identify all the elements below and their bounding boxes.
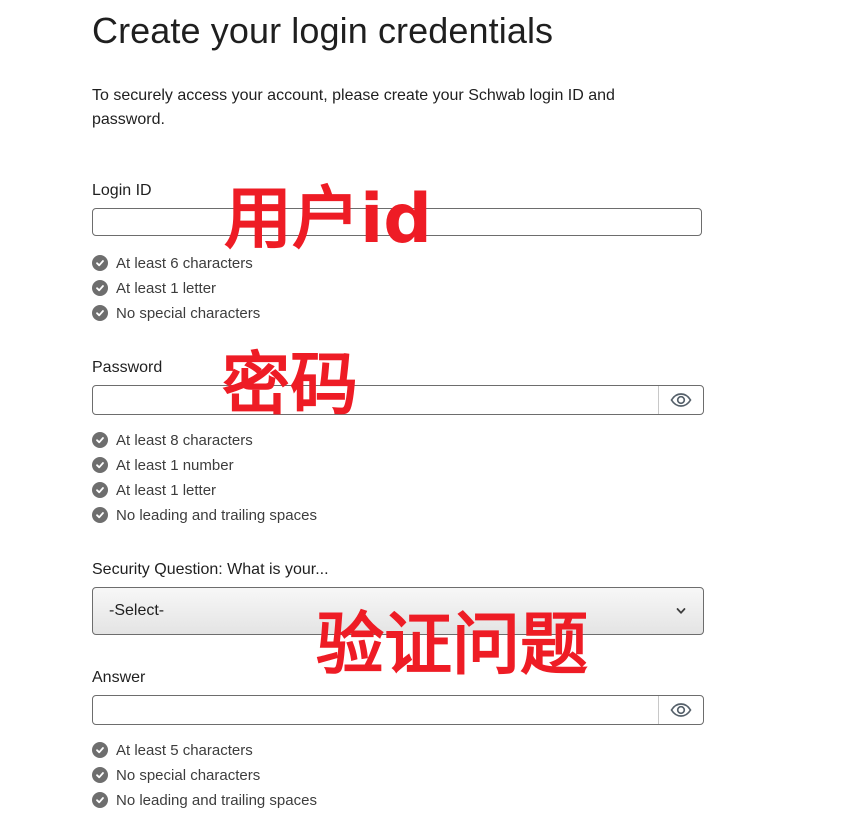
- password-field[interactable]: [92, 385, 704, 415]
- check-circle-icon: [92, 457, 108, 473]
- check-circle-icon: [92, 305, 108, 321]
- rule-text: At least 5 characters: [116, 741, 253, 759]
- answer-rule: No leading and trailing spaces: [92, 790, 317, 810]
- eye-icon: [670, 703, 692, 717]
- security-question-annotation: 验证问题: [316, 606, 589, 685]
- check-circle-icon: [92, 742, 108, 758]
- security-question-label: Security Question: What is your...: [92, 561, 329, 578]
- rule-text: No leading and trailing spaces: [116, 791, 317, 809]
- security-question-selected: -Select-: [109, 602, 165, 619]
- rule-text: At least 1 number: [116, 456, 234, 474]
- answer-label: Answer: [92, 669, 146, 686]
- intro-text: To securely access your account, please …: [92, 87, 615, 128]
- chevron-down-icon: [676, 608, 686, 614]
- rule-text: At least 8 characters: [116, 431, 253, 449]
- answer-rule: At least 5 characters: [92, 740, 253, 760]
- check-circle-icon: [92, 482, 108, 498]
- password-rule: At least 1 number: [92, 455, 234, 475]
- check-circle-icon: [92, 767, 108, 783]
- rule-text: At least 1 letter: [116, 279, 217, 297]
- password-input[interactable]: [93, 386, 659, 414]
- password-rule: At least 8 characters: [92, 430, 253, 450]
- show-password-button[interactable]: [658, 386, 703, 414]
- password-annotation: 密码: [222, 346, 359, 425]
- login-id-label: Login ID: [92, 182, 152, 199]
- rule-text: At least 1 letter: [116, 481, 217, 499]
- eye-icon: [670, 393, 692, 407]
- rule-text: No leading and trailing spaces: [116, 506, 317, 524]
- rule-text: No special characters: [116, 766, 261, 784]
- show-answer-button[interactable]: [658, 696, 703, 724]
- answer-field[interactable]: [92, 695, 704, 725]
- password-rule: At least 1 letter: [92, 480, 216, 500]
- password-label: Password: [92, 359, 163, 376]
- answer-input[interactable]: [93, 696, 659, 724]
- check-circle-icon: [92, 792, 108, 808]
- check-circle-icon: [92, 432, 108, 448]
- page-title: Create your login credentials: [92, 10, 554, 51]
- login-id-rule: At least 1 letter: [92, 278, 216, 298]
- login-id-rule: No special characters: [92, 303, 260, 323]
- password-rule: No leading and trailing spaces: [92, 505, 317, 525]
- check-circle-icon: [92, 507, 108, 523]
- check-circle-icon: [92, 255, 108, 271]
- answer-rule: No special characters: [92, 765, 260, 785]
- check-circle-icon: [92, 280, 108, 296]
- rule-text: No special characters: [116, 304, 261, 322]
- login-id-annotation: 用户id: [224, 180, 432, 259]
